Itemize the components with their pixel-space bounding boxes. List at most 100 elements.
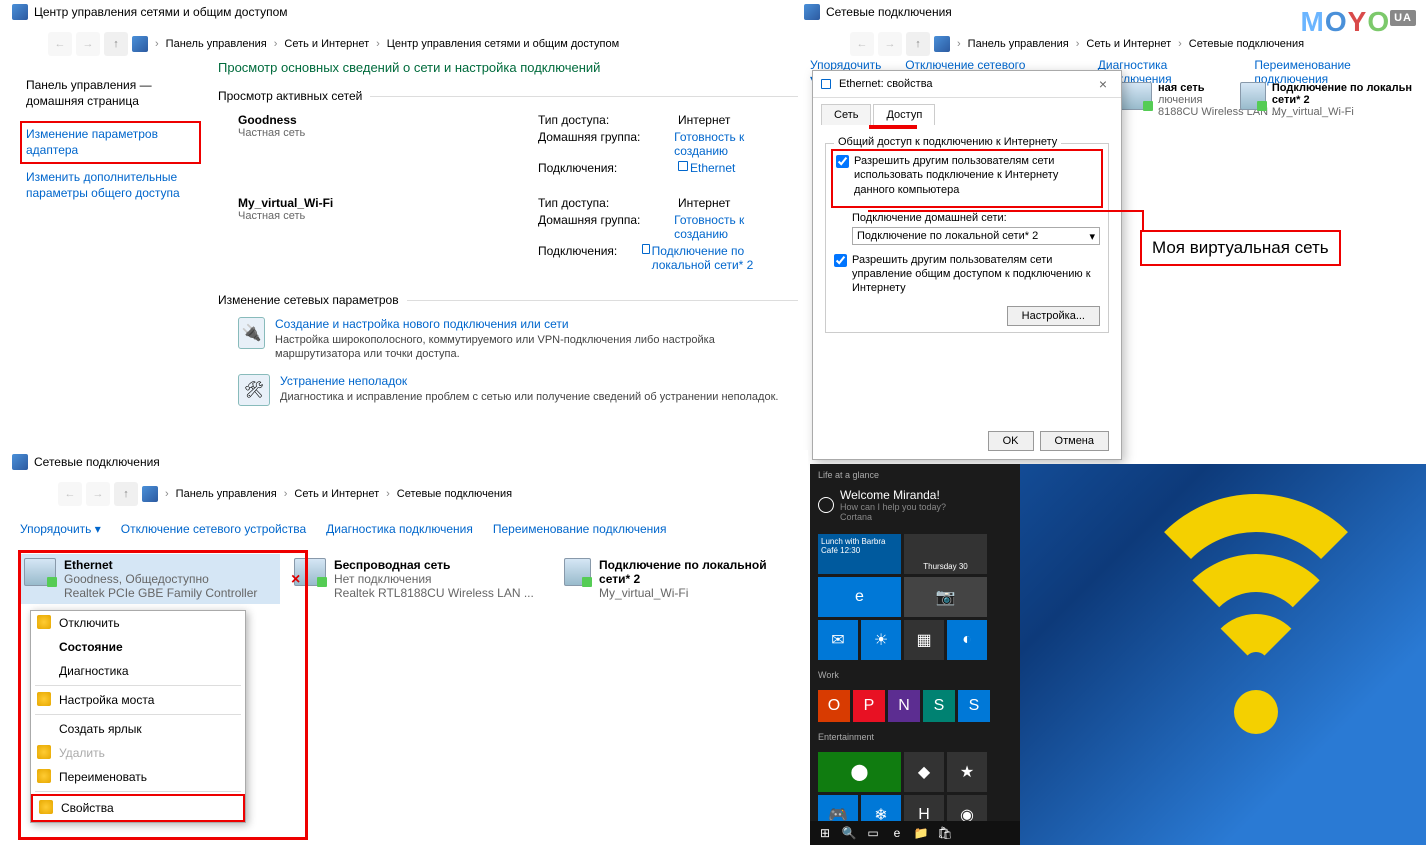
tile-onenote[interactable]: N xyxy=(888,690,920,722)
conn-wireless[interactable]: × Беспроводная сетьНет подключенияRealte… xyxy=(290,554,550,604)
nav-fwd[interactable]: → xyxy=(76,32,100,56)
shield-icon xyxy=(37,745,51,759)
ctx-status[interactable]: Состояние xyxy=(31,635,245,659)
nav-back[interactable]: ← xyxy=(58,482,82,506)
shield-icon xyxy=(39,800,53,814)
nav-up[interactable]: ↑ xyxy=(906,32,930,56)
lan-link[interactable]: Подключение по локальной сети* 2 xyxy=(652,244,798,272)
tab-network[interactable]: Сеть xyxy=(821,104,871,125)
ctx-delete: Удалить xyxy=(31,741,245,765)
disable-device[interactable]: Отключение сетевого устройства xyxy=(121,522,306,536)
tile-app[interactable]: ◐ xyxy=(947,620,987,660)
store-icon[interactable]: 🛍 xyxy=(936,824,954,842)
shield-icon xyxy=(37,615,51,629)
wifi-graphic-icon xyxy=(1126,494,1386,754)
tile-mail[interactable]: ✉ xyxy=(818,620,858,660)
ethernet-icon xyxy=(821,79,831,89)
taskview-icon[interactable]: ▭ xyxy=(864,824,882,842)
window-title: Центр управления сетями и общим доступом xyxy=(34,5,288,19)
tile-skype[interactable]: S xyxy=(958,690,990,722)
cancel-button[interactable]: Отмена xyxy=(1040,431,1109,451)
tile-calendar[interactable]: Lunch with Barbra Café 12:30 xyxy=(818,534,901,574)
conn-lan2[interactable]: Подключение по локальн сети* 2My_virtual… xyxy=(1240,82,1416,118)
explorer-icon[interactable]: 📁 xyxy=(912,824,930,842)
net1-type: Частная сеть xyxy=(238,127,538,139)
ctx-shortcut[interactable]: Создать ярлык xyxy=(31,717,245,741)
tile-game[interactable]: ◆ xyxy=(904,752,944,792)
tile-sway[interactable]: S xyxy=(923,690,955,722)
tile-app[interactable]: ▦ xyxy=(904,620,944,660)
ctx-diagnose[interactable]: Диагностика xyxy=(31,659,245,683)
ethernet-icon xyxy=(642,244,650,254)
edge-icon[interactable]: e xyxy=(888,824,906,842)
shield-icon xyxy=(37,692,51,706)
nav-fwd[interactable]: → xyxy=(86,482,110,506)
ethernet-icon xyxy=(24,558,56,586)
context-menu: Отключить Состояние Диагностика Настройк… xyxy=(30,610,246,823)
homegroup-link[interactable]: Готовность к созданию xyxy=(674,213,798,241)
ctx-bridge[interactable]: Настройка моста xyxy=(31,688,245,712)
dialog-title: Ethernet: свойства xyxy=(839,78,933,90)
sidebar-sharing-settings[interactable]: Изменить дополнительные параметры общего… xyxy=(26,170,201,201)
conn-lan2[interactable]: Подключение по локальной сети* 2My_virtu… xyxy=(560,554,780,604)
nav-fwd[interactable]: → xyxy=(878,32,902,56)
crumb[interactable]: Сеть и Интернет xyxy=(284,38,369,50)
lan-icon xyxy=(1240,82,1266,110)
tile-game[interactable]: ★ xyxy=(947,752,987,792)
wireless-disabled-icon: × xyxy=(294,558,326,586)
allow-sharing-checkbox[interactable] xyxy=(836,155,849,168)
new-connection-link[interactable]: Создание и настройка нового подключения … xyxy=(275,317,798,331)
tile-weather[interactable]: ☀ xyxy=(861,620,901,660)
diagnose[interactable]: Диагностика подключения xyxy=(326,522,473,536)
shield-icon xyxy=(37,769,51,783)
tab-sharing[interactable]: Доступ xyxy=(873,104,935,125)
crumb[interactable]: Панель управления xyxy=(166,38,267,50)
win10-start-screenshot: Life at a glance Welcome Miranda! How ca… xyxy=(810,464,1426,845)
close-button[interactable]: × xyxy=(1093,76,1113,92)
window-title: Сетевые подключения xyxy=(34,455,160,469)
cortana-icon xyxy=(818,497,834,513)
page-heading: Просмотр основных сведений о сети и наст… xyxy=(218,60,798,75)
tile-xbox[interactable]: ⬤ xyxy=(818,752,901,792)
network-center-icon xyxy=(12,4,28,20)
tile-edge[interactable]: e xyxy=(818,577,901,617)
tile-photos[interactable]: 📷 xyxy=(904,577,987,617)
annotation-arrow xyxy=(868,210,1144,245)
rename[interactable]: Переименование подключения xyxy=(493,522,667,536)
conn-ethernet[interactable]: EthernetGoodness, ОбщедоступноRealtek PC… xyxy=(20,554,280,604)
organize-menu[interactable]: Упорядочить ▾ xyxy=(20,522,101,536)
moyo-logo: MOYOUA xyxy=(1301,6,1416,38)
ok-button[interactable]: OK xyxy=(988,431,1034,451)
tile-date[interactable]: Thursday 30 xyxy=(904,534,987,574)
section-change: Изменение сетевых параметров xyxy=(218,293,399,307)
net2-type: Частная сеть xyxy=(238,210,538,222)
nav-up[interactable]: ↑ xyxy=(114,482,138,506)
new-connection-icon: 🔌 xyxy=(238,317,265,349)
ethernet-link[interactable]: Ethernet xyxy=(690,161,735,175)
network-conn-icon xyxy=(12,454,28,470)
search-icon[interactable]: 🔍 xyxy=(840,824,858,842)
lan-icon xyxy=(564,558,591,586)
sidebar-home[interactable]: Панель управления — домашняя страница xyxy=(26,78,201,109)
net2-name: My_virtual_Wi-Fi xyxy=(238,196,333,210)
crumb[interactable]: Центр управления сетями и общим доступом xyxy=(387,38,619,50)
ctx-properties[interactable]: Свойства xyxy=(31,794,245,822)
net1-name: Goodness xyxy=(238,113,297,127)
allow-control-checkbox[interactable] xyxy=(834,254,847,267)
wireless-icon xyxy=(1120,82,1152,110)
troubleshoot-link[interactable]: Устранение неполадок xyxy=(280,374,778,388)
start-icon[interactable]: ⊞ xyxy=(816,824,834,842)
ctx-rename[interactable]: Переименовать xyxy=(31,765,245,789)
settings-button[interactable]: Настройка... xyxy=(1007,306,1100,326)
nav-back[interactable]: ← xyxy=(48,32,72,56)
tile-powerpoint[interactable]: P xyxy=(853,690,885,722)
nav-back[interactable]: ← xyxy=(850,32,874,56)
tile-office[interactable]: O xyxy=(818,690,850,722)
homegroup-link[interactable]: Готовность к созданию xyxy=(674,130,798,158)
ctx-disable[interactable]: Отключить xyxy=(31,611,245,635)
path-icon xyxy=(132,36,148,52)
section-active-nets: Просмотр активных сетей xyxy=(218,89,362,103)
window-title: Сетевые подключения xyxy=(826,5,952,19)
nav-up[interactable]: ↑ xyxy=(104,32,128,56)
sidebar-adapter-settings[interactable]: Изменение параметров адаптера xyxy=(26,127,195,158)
